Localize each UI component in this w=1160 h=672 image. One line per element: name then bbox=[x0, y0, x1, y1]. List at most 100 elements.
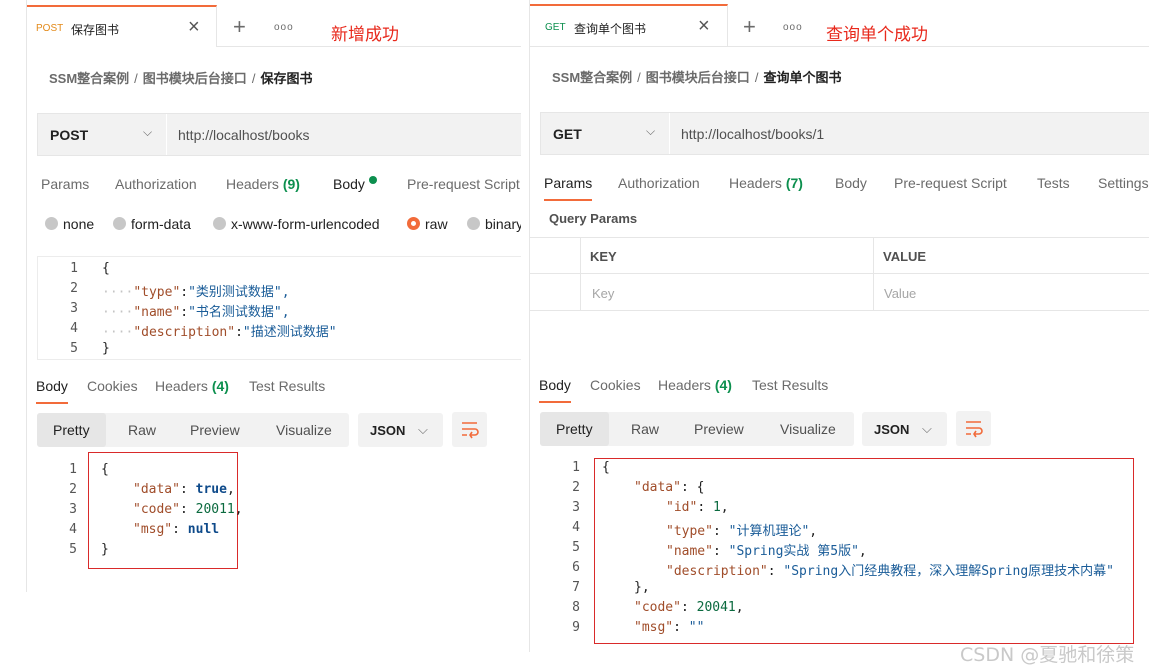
line-number: 6 bbox=[572, 560, 580, 575]
tab-name: 查询单个图书 bbox=[574, 22, 647, 36]
breadcrumb-item[interactable]: SSM整合案例 bbox=[49, 71, 129, 86]
view-raw[interactable]: Raw bbox=[631, 421, 659, 437]
url-input[interactable]: http://localhost/books/1 bbox=[681, 126, 824, 142]
radio-label: raw bbox=[425, 216, 448, 232]
tab-authorization[interactable]: Authorization bbox=[618, 175, 700, 191]
json-value: "Spring入门经典教程，深入理解Spring原理技术内幕" bbox=[783, 564, 1114, 579]
chevron-down-icon[interactable]: ⌵ bbox=[646, 124, 655, 139]
request-body-editor[interactable]: 1 2 3 4 5 { ····"type":"类别测试数据", ····"na… bbox=[37, 256, 521, 360]
tab-authorization[interactable]: Authorization bbox=[115, 176, 197, 192]
tab-prerequest-script[interactable]: Pre-request Script bbox=[894, 175, 1007, 191]
json-key: "code" bbox=[634, 600, 681, 615]
key-input[interactable]: Key bbox=[592, 286, 614, 301]
json-key: "description" bbox=[666, 564, 768, 579]
resp-tab-cookies[interactable]: Cookies bbox=[87, 378, 138, 394]
line-number: 5 bbox=[572, 540, 580, 555]
view-preview[interactable]: Preview bbox=[694, 421, 744, 437]
view-visualize[interactable]: Visualize bbox=[276, 422, 332, 438]
view-pretty[interactable]: Pretty bbox=[37, 413, 106, 447]
resp-tab-test-results[interactable]: Test Results bbox=[249, 378, 325, 394]
tab-bar: POST 保存图书 × + ooo 新增成功 bbox=[27, 5, 521, 47]
radio-form-data[interactable]: form-data bbox=[113, 216, 191, 232]
tab-prerequest-script[interactable]: Pre-request Script bbox=[407, 176, 520, 192]
resp-tab-headers[interactable]: Headers (4) bbox=[658, 377, 732, 393]
headers-count-badge: (4) bbox=[211, 378, 229, 394]
value-input[interactable]: Value bbox=[884, 286, 916, 301]
breadcrumb-item[interactable]: SSM整合案例 bbox=[552, 70, 632, 85]
radio-circle-icon bbox=[213, 217, 226, 230]
view-raw[interactable]: Raw bbox=[128, 422, 156, 438]
radio-label: form-data bbox=[131, 216, 191, 232]
view-mode-switch: Pretty Raw Preview Visualize bbox=[37, 413, 349, 447]
annotation-text: 新增成功 bbox=[331, 25, 399, 45]
wrap-lines-icon bbox=[966, 421, 983, 438]
method-select[interactable]: GET bbox=[553, 126, 582, 142]
resp-tab-body[interactable]: Body bbox=[539, 377, 571, 403]
radio-label: none bbox=[63, 216, 95, 232]
tab-headers[interactable]: Headers (9) bbox=[226, 176, 300, 192]
format-select[interactable]: JSON ⌵ bbox=[862, 412, 947, 446]
radio-none[interactable]: none bbox=[45, 216, 94, 232]
tab-body[interactable]: Body bbox=[333, 176, 377, 192]
close-icon[interactable]: × bbox=[698, 15, 710, 38]
view-preview[interactable]: Preview bbox=[190, 422, 240, 438]
tab-settings[interactable]: Settings bbox=[1098, 175, 1149, 191]
request-tabs: Params Authorization Headers (9) Body Pr… bbox=[41, 176, 521, 206]
resp-tab-headers-label: Headers bbox=[155, 378, 208, 394]
wrap-lines-button[interactable] bbox=[956, 411, 991, 446]
breadcrumb-current: 保存图书 bbox=[260, 71, 313, 86]
url-bar: POST ⌵ http://localhost/books bbox=[37, 113, 521, 156]
resp-tab-headers-label: Headers bbox=[658, 377, 711, 393]
json-key: "description" bbox=[133, 325, 236, 340]
brace: }, bbox=[634, 580, 650, 595]
breadcrumb-item[interactable]: 图书模块后台接口 bbox=[143, 71, 247, 86]
radio-circle-icon bbox=[467, 217, 480, 230]
more-icon[interactable]: ooo bbox=[783, 22, 803, 33]
annotation-text: 查询单个成功 bbox=[826, 25, 928, 45]
radio-urlencoded[interactable]: x-www-form-urlencoded bbox=[213, 216, 380, 232]
request-tab[interactable]: POST 保存图书 × bbox=[27, 5, 217, 47]
line-number: 3 bbox=[572, 500, 580, 515]
close-icon[interactable]: × bbox=[188, 16, 200, 39]
format-label: JSON bbox=[370, 423, 406, 438]
radio-raw[interactable]: raw bbox=[407, 216, 448, 232]
json-key: "code" bbox=[133, 502, 180, 517]
line-number: 4 bbox=[70, 321, 78, 336]
json-key: "name" bbox=[666, 544, 713, 559]
radio-binary[interactable]: binary bbox=[467, 216, 521, 232]
key-column-header: KEY bbox=[590, 249, 617, 264]
resp-tab-test-results[interactable]: Test Results bbox=[752, 377, 828, 393]
method-select[interactable]: POST bbox=[50, 127, 88, 143]
line-number: 1 bbox=[70, 261, 78, 276]
plus-icon[interactable]: + bbox=[743, 14, 756, 40]
view-pretty[interactable]: Pretty bbox=[540, 412, 609, 446]
plus-icon[interactable]: + bbox=[233, 14, 246, 40]
url-input[interactable]: http://localhost/books bbox=[178, 127, 310, 143]
tab-headers[interactable]: Headers (7) bbox=[729, 175, 803, 191]
right-postman-panel: GET 查询单个图书 × + ooo 查询单个成功 SSM整合案例 / 图书模块后台… bbox=[529, 0, 1149, 652]
tab-body[interactable]: Body bbox=[835, 175, 867, 191]
chevron-down-icon: ⌵ bbox=[922, 421, 932, 436]
json-key: "id" bbox=[666, 500, 698, 515]
tab-tests[interactable]: Tests bbox=[1037, 175, 1070, 191]
radio-circle-icon bbox=[45, 217, 58, 230]
more-icon[interactable]: ooo bbox=[274, 22, 294, 33]
view-visualize[interactable]: Visualize bbox=[780, 421, 836, 437]
chevron-down-icon[interactable]: ⌵ bbox=[143, 125, 152, 140]
resp-tab-cookies[interactable]: Cookies bbox=[590, 377, 641, 393]
resp-tab-body[interactable]: Body bbox=[36, 378, 68, 404]
tab-params[interactable]: Params bbox=[41, 176, 89, 192]
json-value: 1 bbox=[712, 500, 721, 515]
watermark: CSDN @夏驰和徐策 bbox=[960, 644, 1135, 666]
tab-method: POST bbox=[36, 23, 64, 34]
json-value: null bbox=[187, 522, 220, 537]
request-tab[interactable]: GET 查询单个图书 × bbox=[530, 4, 728, 46]
tab-params[interactable]: Params bbox=[544, 175, 593, 201]
resp-tab-headers[interactable]: Headers (4) bbox=[155, 378, 229, 394]
wrap-lines-button[interactable] bbox=[452, 412, 487, 447]
body-type-radios: none form-data x-www-form-urlencoded raw… bbox=[45, 216, 521, 236]
breadcrumb-item[interactable]: 图书模块后台接口 bbox=[646, 70, 750, 85]
radio-selected-icon bbox=[407, 217, 420, 230]
headers-count-badge: (7) bbox=[785, 175, 803, 191]
format-select[interactable]: JSON ⌵ bbox=[358, 413, 443, 447]
